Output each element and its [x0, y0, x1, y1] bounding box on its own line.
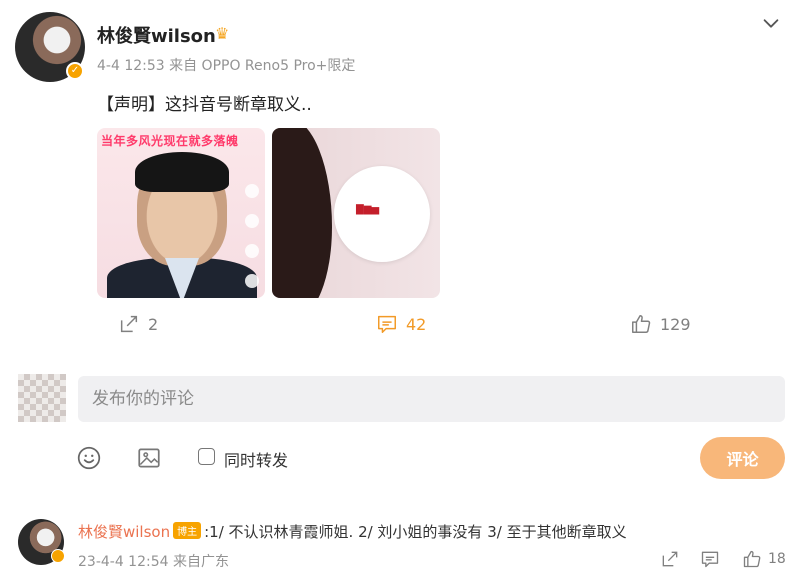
- reply-comment-button[interactable]: [700, 549, 720, 569]
- image-banner-text: 当年多风光现在就多落魄: [101, 134, 239, 148]
- reply-like-button[interactable]: 18: [742, 549, 786, 569]
- repost-icon: [120, 315, 138, 333]
- image-avatar-icon: [245, 184, 259, 198]
- current-user-avatar: [18, 374, 66, 422]
- comment-icon: [378, 315, 396, 333]
- post-meta: 4-4 12:53 来自 OPPO Reno5 Pro+限定: [97, 58, 356, 74]
- image-upload-icon[interactable]: [136, 445, 162, 471]
- reply-content: 林俊賢wilson 博主:1/ 不认识林青霞师姐. 2/ 刘小姐的事没有 3/ 至…: [78, 521, 627, 542]
- also-repost-label[interactable]: 同时转发: [224, 447, 288, 471]
- like-count: 129: [660, 314, 691, 334]
- blogger-tag: 博主: [173, 522, 202, 539]
- repost-count: 2: [148, 314, 159, 334]
- comment-icon: [701, 551, 719, 568]
- reply-text: :1/ 不认识林青霞师姐. 2/ 刘小姐的事没有 3/ 至于其他断章取义: [204, 523, 627, 541]
- chevron-down-icon[interactable]: [760, 12, 782, 34]
- also-repost-checkbox[interactable]: [198, 448, 215, 465]
- post-image-1[interactable]: 当年多风光现在就多落魄: [97, 128, 265, 298]
- image-hair: [272, 128, 332, 298]
- post-text: 【声明】这抖音号断章取义..: [97, 95, 312, 115]
- reply-author-name[interactable]: 林俊賢wilson: [78, 523, 170, 541]
- crown-icon: ♛: [215, 24, 230, 43]
- thumbs-up-icon: [632, 315, 651, 333]
- image-heart-icon: [245, 214, 259, 228]
- image-logo-circle: [334, 166, 430, 262]
- thumbs-up-icon: [743, 550, 761, 568]
- verified-badge-icon: [51, 549, 65, 563]
- image-hair: [135, 152, 229, 192]
- verified-badge-icon: ✓: [66, 62, 84, 80]
- repost-button[interactable]: 2: [118, 313, 158, 335]
- emoji-icon[interactable]: [76, 445, 102, 471]
- comment-count: 42: [406, 314, 427, 334]
- like-button[interactable]: 129: [630, 313, 691, 335]
- reply-like-count: 18: [768, 551, 786, 567]
- submit-comment-button[interactable]: 评论: [700, 437, 785, 479]
- reply-repost-button[interactable]: [660, 549, 680, 569]
- image-star-icon: [245, 274, 259, 288]
- image-comment-icon: [245, 244, 259, 258]
- comment-button[interactable]: 42: [376, 313, 426, 335]
- reply-meta: 23-4-4 12:54 来自广东: [78, 554, 229, 570]
- author-name[interactable]: 林俊賢wilson: [97, 22, 216, 48]
- post-image-2[interactable]: ▇▆▅: [272, 128, 440, 298]
- comment-input[interactable]: [78, 376, 785, 422]
- image-logo: ▇▆▅: [356, 204, 380, 215]
- repost-icon: [662, 551, 678, 567]
